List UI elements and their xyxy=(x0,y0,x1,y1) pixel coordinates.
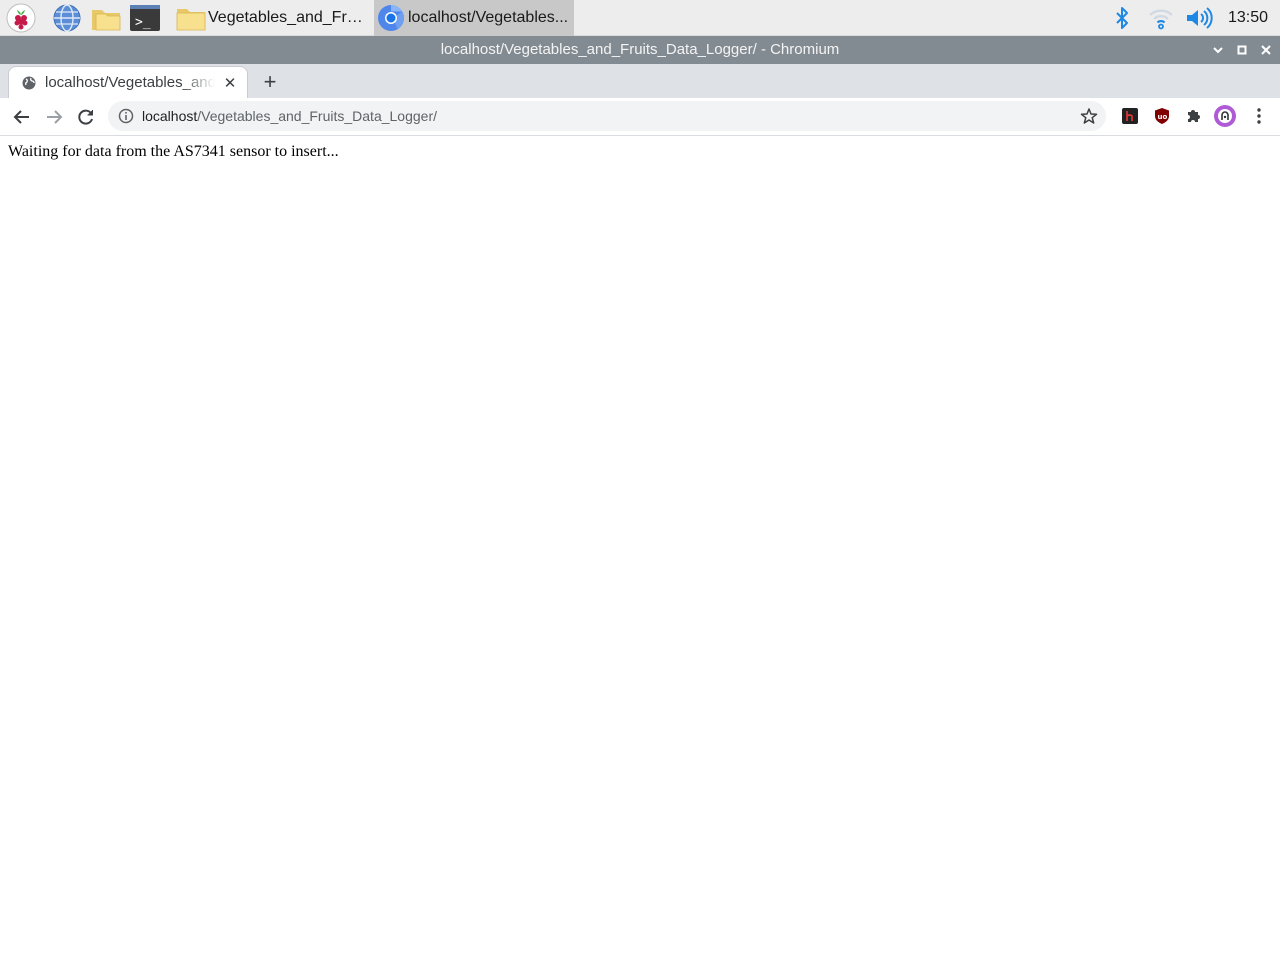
volume-icon[interactable] xyxy=(1184,0,1214,36)
back-arrow-icon[interactable] xyxy=(8,103,36,131)
file-manager-icon[interactable] xyxy=(89,2,123,34)
browser-toolbar: localhost/Vegetables_and_Fruits_Data_Log… xyxy=(0,98,1280,136)
svg-text:uo: uo xyxy=(1158,113,1168,121)
forward-arrow-icon[interactable] xyxy=(40,103,68,131)
new-tab-button[interactable]: + xyxy=(258,69,282,94)
svg-text:>_: >_ xyxy=(135,15,151,30)
page-content: Waiting for data from the AS7341 sensor … xyxy=(0,137,1280,960)
chromium-icon xyxy=(374,0,408,36)
profile-avatar-icon[interactable] xyxy=(1214,105,1236,127)
taskbar-task-label: Vegetables_and_Fruit... xyxy=(208,9,370,26)
browser-menu-icon[interactable] xyxy=(1248,105,1270,127)
terminal-icon[interactable]: >_ xyxy=(128,2,162,34)
taskbar-task-file-manager[interactable]: Vegetables_and_Fruit... xyxy=(174,0,372,36)
url-host: localhost xyxy=(142,108,198,124)
close-window-icon[interactable] xyxy=(1254,36,1278,64)
tab-close-icon[interactable]: ✕ xyxy=(221,74,239,92)
bluetooth-icon[interactable] xyxy=(1110,0,1134,36)
hiragana-extension-icon[interactable] xyxy=(1119,105,1141,127)
site-info-icon[interactable] xyxy=(118,108,134,124)
folder-icon xyxy=(174,0,208,36)
ublock-origin-icon[interactable]: uo xyxy=(1151,105,1173,127)
reload-icon[interactable] xyxy=(72,103,100,131)
extensions-puzzle-icon[interactable] xyxy=(1183,105,1205,127)
taskbar-task-label: localhost/Vegetables... xyxy=(408,9,569,26)
status-message: Waiting for data from the AS7341 sensor … xyxy=(8,143,339,160)
taskbar: >_ Vegetables_and_Fruit... localhost/Veg… xyxy=(0,0,1280,36)
taskbar-clock[interactable]: 13:50 xyxy=(1228,0,1268,36)
tab-title: localhost/Vegetables_and_Fruits_Data_Log… xyxy=(45,74,215,91)
address-bar[interactable]: localhost/Vegetables_and_Fruits_Data_Log… xyxy=(108,101,1106,131)
web-browser-icon[interactable] xyxy=(50,2,84,34)
wifi-icon[interactable] xyxy=(1147,0,1175,36)
raspberry-menu-icon[interactable] xyxy=(4,2,38,34)
window-titlebar[interactable]: localhost/Vegetables_and_Fruits_Data_Log… xyxy=(0,36,1280,64)
browser-tab[interactable]: localhost/Vegetables_and_Fruits_Data_Log… xyxy=(8,66,248,98)
bookmark-star-icon[interactable] xyxy=(1080,107,1098,125)
globe-icon xyxy=(21,75,37,91)
tab-strip: localhost/Vegetables_and_Fruits_Data_Log… xyxy=(0,64,1280,98)
taskbar-task-chromium[interactable]: localhost/Vegetables... xyxy=(374,0,574,36)
url-path: /Vegetables_and_Fruits_Data_Logger/ xyxy=(197,108,437,124)
window-title: localhost/Vegetables_and_Fruits_Data_Log… xyxy=(440,41,840,58)
address-url[interactable]: localhost/Vegetables_and_Fruits_Data_Log… xyxy=(142,101,437,131)
minimize-icon[interactable] xyxy=(1206,36,1230,64)
maximize-icon[interactable] xyxy=(1230,36,1254,64)
